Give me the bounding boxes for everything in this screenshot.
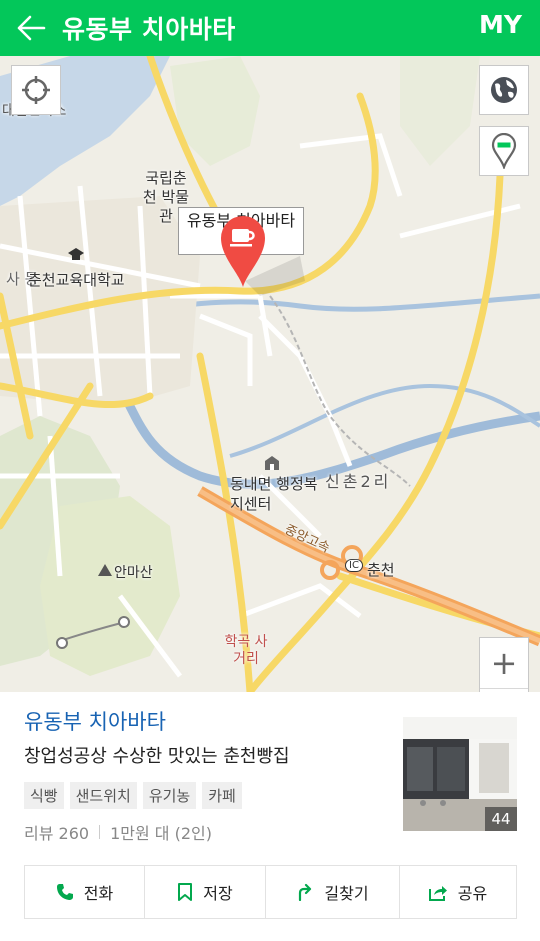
action-bar: 전화 저장 길찾기 공유 xyxy=(24,865,517,919)
map-type-button[interactable] xyxy=(479,65,529,115)
directions-icon xyxy=(299,883,312,901)
mountain-icon xyxy=(98,564,112,576)
map-label-ic-name: 춘천 xyxy=(367,561,395,579)
current-location-button[interactable] xyxy=(11,65,61,115)
place-photo[interactable]: 44 xyxy=(403,717,517,831)
divider xyxy=(99,825,101,839)
tag: 카페 xyxy=(202,782,242,809)
share-icon xyxy=(428,885,447,901)
place-marker[interactable] xyxy=(215,209,271,289)
directions-button[interactable]: 길찾기 xyxy=(265,866,399,918)
zoom-control: + − xyxy=(479,637,529,692)
map-label-office: 동내면 행정복지센터 xyxy=(230,475,318,513)
category-tags: 식빵 샌드위치 유기농 카페 xyxy=(24,782,242,809)
phone-icon xyxy=(56,884,73,900)
photo-count: 44 xyxy=(485,807,517,831)
place-description: 창업성공상 수상한 맛있는 춘천빵집 xyxy=(24,746,290,767)
action-label: 길찾기 xyxy=(324,884,369,903)
page-title: 유동부 치아바타 xyxy=(62,15,236,44)
action-label: 공유 xyxy=(457,884,488,903)
top-app-bar: 유동부 치아바타 MY xyxy=(0,0,540,56)
place-info-card: 유동부 치아바타 창업성공상 수상한 맛있는 춘천빵집 식빵 샌드위치 유기농 … xyxy=(0,692,540,941)
review-count[interactable]: 리뷰 260 xyxy=(24,820,89,844)
action-label: 전화 xyxy=(83,884,114,903)
tag: 샌드위치 xyxy=(69,782,137,809)
call-button[interactable]: 전화 xyxy=(25,866,144,918)
globe-icon xyxy=(491,77,517,103)
my-button[interactable]: MY xyxy=(479,10,522,39)
map-label-university: 춘천교육대학교 xyxy=(28,271,125,289)
app-root: 유동부 치아바타 MY 국립춘천 박물관 사 동 춘천교육대학교 동내면 행정복… xyxy=(0,0,540,941)
action-label: 저장 xyxy=(203,884,233,903)
map-view[interactable]: 대한민국스 국립춘천 박물관 사 동 춘천교육대학교 동내면 행정복지센터 신촌… xyxy=(0,56,540,692)
back-button[interactable] xyxy=(0,0,62,56)
tag: 유기농 xyxy=(142,782,197,809)
price-range: 1만원 대 (2인) xyxy=(110,824,212,843)
place-name[interactable]: 유동부 치아바타 xyxy=(24,706,166,736)
share-button[interactable]: 공유 xyxy=(399,866,516,918)
map-layer-button[interactable] xyxy=(479,126,529,176)
place-meta: 리뷰 260 1만원 대 (2인) xyxy=(24,820,212,844)
map-pin-icon xyxy=(491,133,517,169)
zoom-in-button[interactable]: + xyxy=(480,638,528,688)
tag: 식빵 xyxy=(24,782,64,809)
map-label-mountain: 안마산 xyxy=(114,565,153,581)
save-button[interactable]: 저장 xyxy=(144,866,265,918)
office-icon xyxy=(265,456,279,470)
map-label-ic-badge: IC xyxy=(345,559,363,572)
map-canvas xyxy=(0,56,540,692)
university-icon xyxy=(68,248,84,260)
map-label-village: 신촌2리 xyxy=(325,472,392,491)
arrow-left-icon xyxy=(17,15,46,41)
crosshair-icon xyxy=(22,76,50,104)
map-label-crossroad: 학곡 사거리 xyxy=(224,634,268,667)
bookmark-icon xyxy=(178,882,193,901)
